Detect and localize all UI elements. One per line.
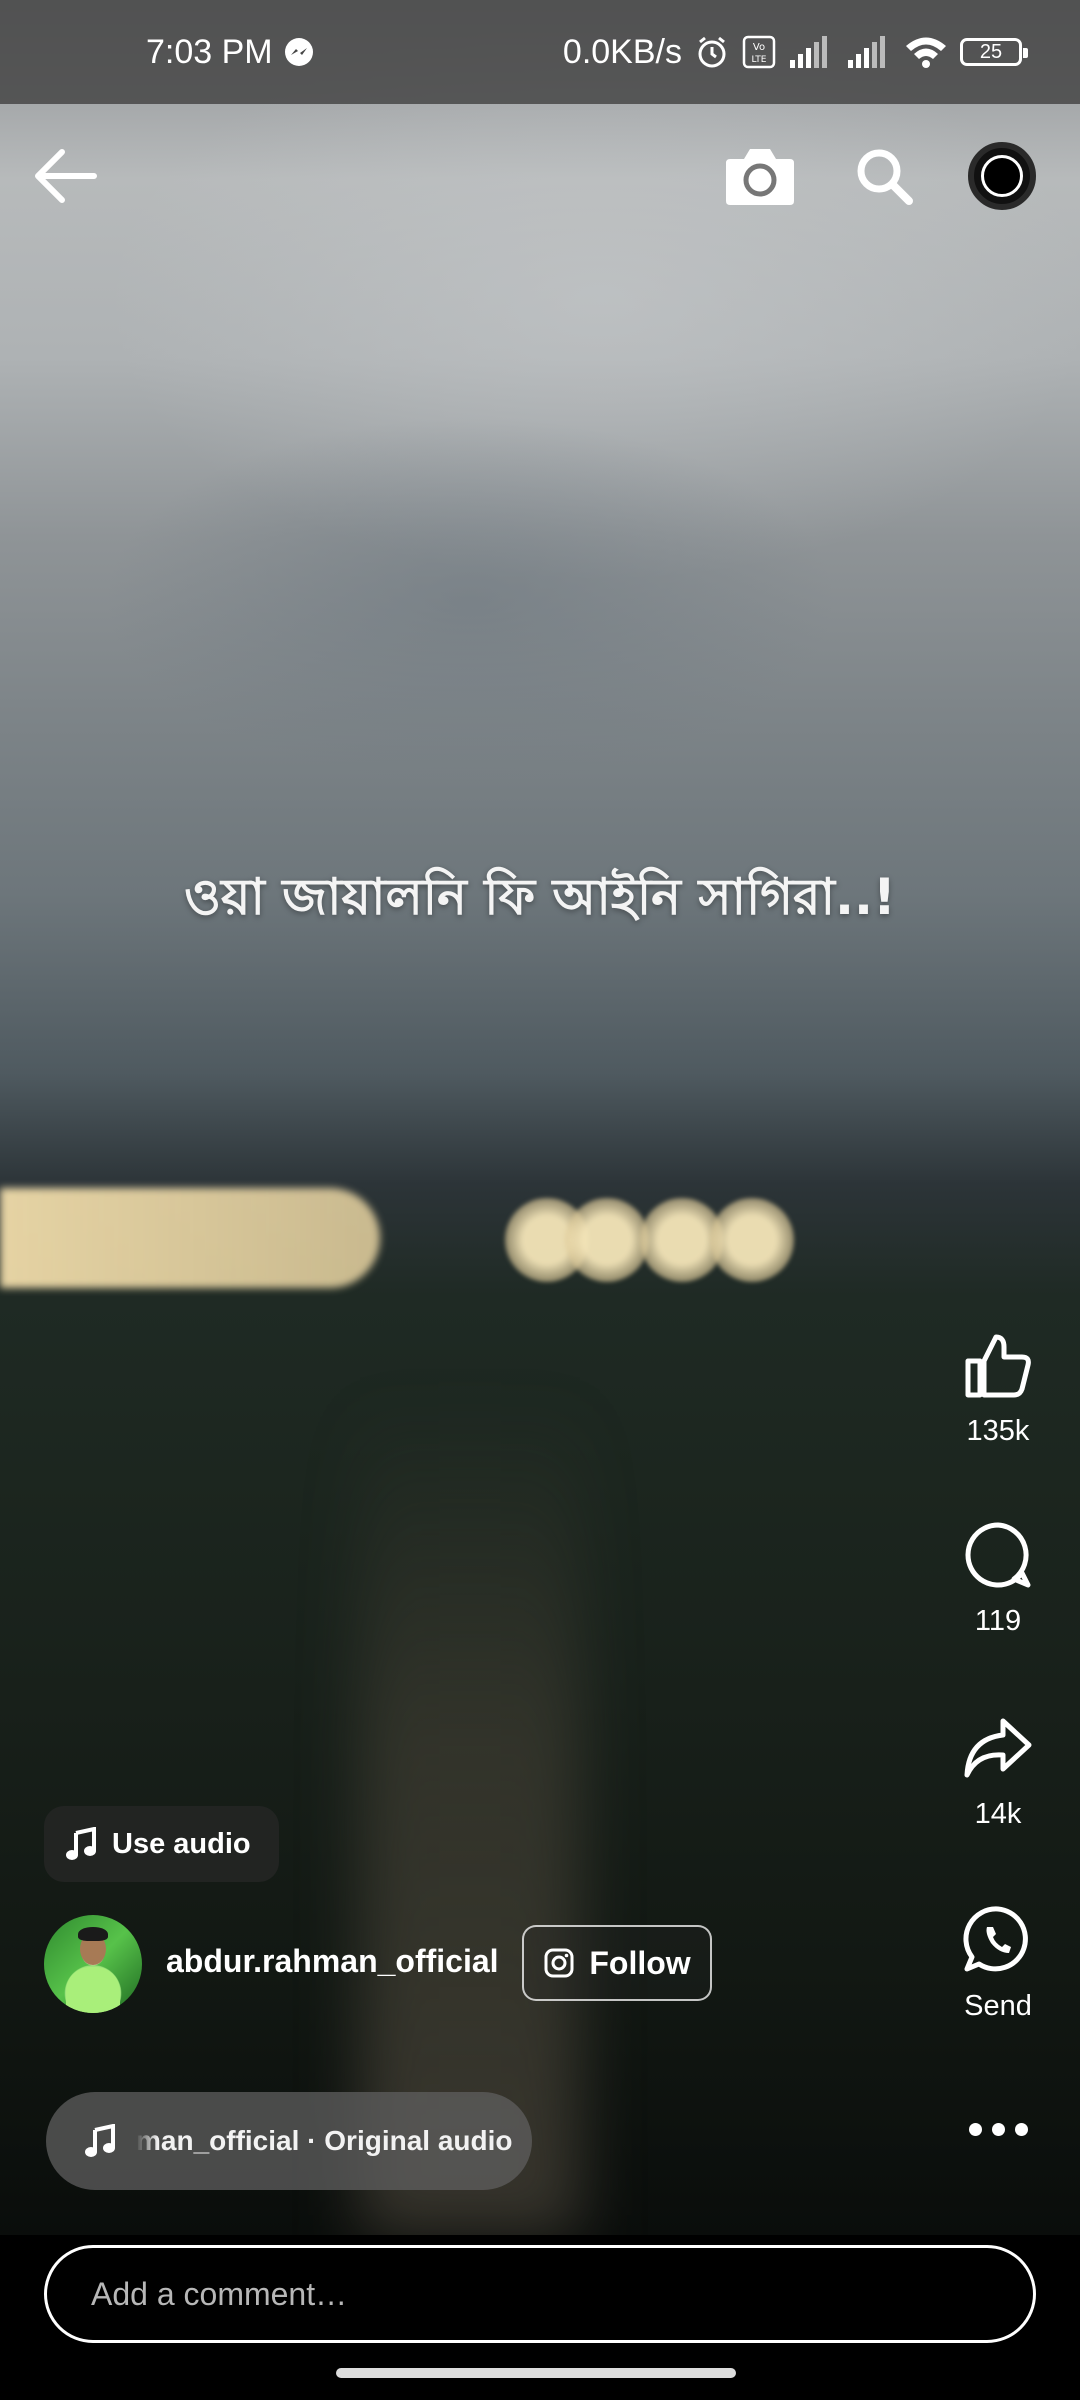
search-button[interactable]	[848, 140, 920, 212]
search-icon	[857, 149, 913, 205]
top-nav	[0, 130, 1080, 226]
comment-icon	[965, 1522, 1031, 1588]
back-arrow-icon	[35, 149, 97, 203]
camera-icon	[726, 149, 794, 205]
follow-button[interactable]: Follow	[522, 1925, 712, 2001]
camera-button[interactable]	[722, 140, 798, 212]
wifi-icon	[904, 35, 948, 69]
whatsapp-icon	[963, 1906, 1028, 1972]
author-row: abdur.rahman_official Follow	[44, 1915, 764, 2015]
reels-screen: ওয়া জায়ালনি ফি আইনি সাগিরা..! 7:03 PM …	[0, 0, 1080, 2400]
like-count: 135k	[966, 1415, 1030, 1447]
profile-button[interactable]	[968, 142, 1036, 210]
share-button[interactable]: 14k	[938, 1708, 1058, 1831]
network-speed: 0.0KB/s	[562, 32, 682, 71]
follow-label: Follow	[589, 1944, 691, 1981]
video-player[interactable]	[0, 0, 1080, 2235]
battery-icon: 25	[960, 38, 1028, 66]
svg-text:LTE: LTE	[752, 55, 767, 65]
audio-track-text: man_official · Original audio	[136, 2125, 513, 2156]
svg-text:Vo: Vo	[753, 42, 765, 53]
use-audio-label: Use audio	[112, 1827, 251, 1860]
back-button[interactable]	[30, 140, 102, 212]
status-bar: 7:03 PM 0.0KB/s Vo LTE 25	[0, 0, 1080, 104]
share-count: 14k	[974, 1798, 1022, 1830]
send-label: Send	[964, 1990, 1032, 2022]
original-audio-pill[interactable]: man_official · Original audio	[46, 2092, 532, 2190]
avatar[interactable]	[44, 1915, 142, 2013]
volte-icon: Vo LTE	[742, 35, 776, 69]
use-audio-button[interactable]: Use audio	[44, 1806, 279, 1882]
like-button[interactable]: 135k	[938, 1325, 1058, 1448]
music-note-icon	[66, 1827, 96, 1860]
comment-placeholder: Add a comment…	[91, 2275, 348, 2312]
music-note-icon	[85, 2124, 115, 2157]
status-time: 7:03 PM	[146, 32, 273, 71]
alarm-icon	[694, 34, 730, 70]
username[interactable]: abdur.rahman_official	[166, 1943, 499, 1980]
signal-icon	[846, 36, 892, 68]
video-caption-overlay: ওয়া জায়ালনি ফি আইনি সাগিরা..!	[184, 868, 896, 926]
more-options-button[interactable]	[938, 2095, 1058, 2165]
thumbs-up-icon	[965, 1334, 1031, 1398]
share-arrow-icon	[964, 1718, 1032, 1778]
comment-bar: Add a comment…	[0, 2235, 1080, 2400]
video-bokeh-lights	[0, 1180, 1080, 1300]
comment-input[interactable]: Add a comment…	[44, 2245, 1036, 2343]
send-whatsapp-button[interactable]: Send	[938, 1900, 1058, 2023]
profile-icon	[981, 155, 1023, 197]
more-dots-icon	[938, 2095, 1058, 2136]
comment-count: 119	[974, 1605, 1022, 1637]
messenger-icon	[283, 36, 315, 68]
home-indicator[interactable]	[336, 2368, 736, 2378]
comment-button[interactable]: 119	[938, 1515, 1058, 1638]
instagram-icon	[544, 1948, 574, 1978]
signal-icon	[788, 36, 834, 68]
